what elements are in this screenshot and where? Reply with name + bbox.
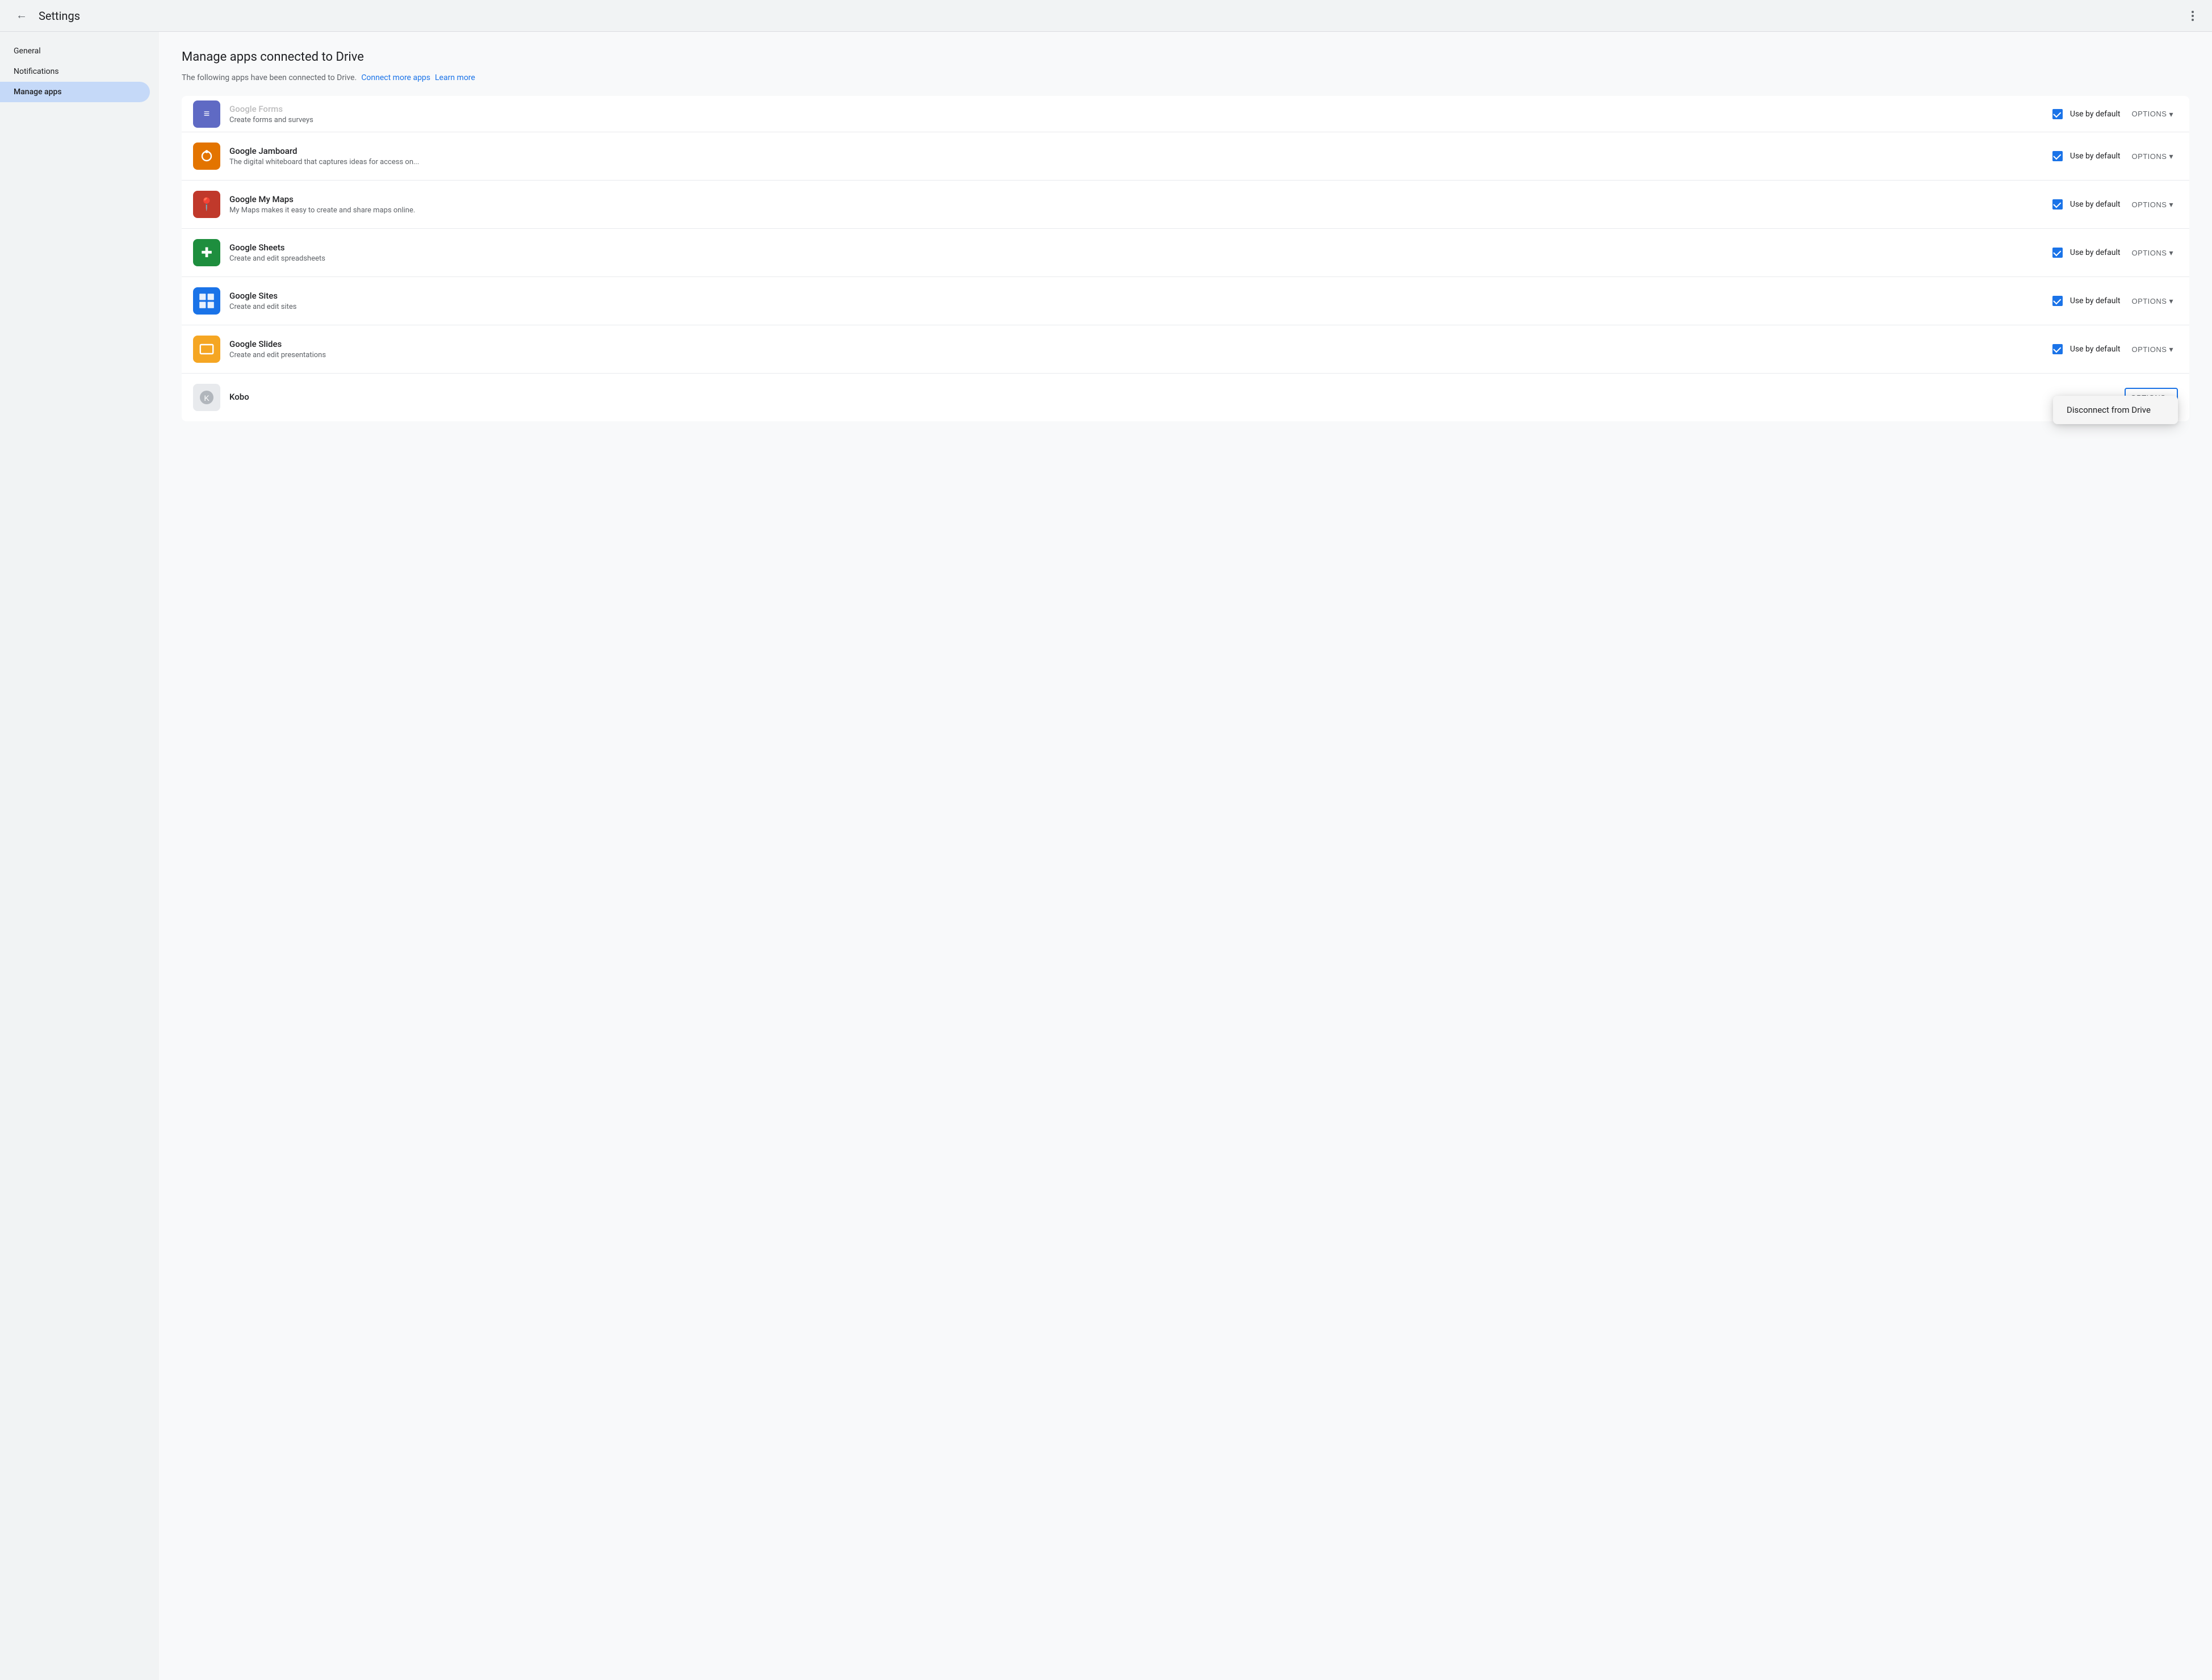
google-slides-options-label: OPTIONS xyxy=(2131,345,2167,354)
jamboard-svg xyxy=(198,147,216,165)
google-forms-name: Google Forms xyxy=(229,104,2043,114)
google-my-maps-controls: Use by default OPTIONS ▾ xyxy=(2052,196,2178,213)
dots-icon xyxy=(2189,9,2196,23)
google-my-maps-info: Google My Maps My Maps makes it easy to … xyxy=(229,194,2043,215)
google-jamboard-chevron-icon: ▾ xyxy=(2169,152,2173,161)
disconnect-from-drive-item[interactable]: Disconnect from Drive xyxy=(2053,396,2178,424)
google-sheets-icon: ✚ xyxy=(193,239,220,266)
subtitle-bar: The following apps have been connected t… xyxy=(182,73,2189,82)
app-list: ≡ Google Forms Create forms and surveys … xyxy=(182,96,2189,421)
google-sheets-desc: Create and edit spreadsheets xyxy=(229,254,2043,263)
svg-text:K: K xyxy=(204,393,210,403)
google-my-maps-use-by-default: Use by default xyxy=(2070,200,2121,209)
google-sites-name: Google Sites xyxy=(229,291,2043,301)
google-slides-chevron-icon: ▾ xyxy=(2169,345,2173,354)
app-row-google-my-maps: 📍 Google My Maps My Maps makes it easy t… xyxy=(182,181,2189,229)
google-forms-info: Google Forms Create forms and surveys xyxy=(229,104,2043,124)
app-row-google-forms: ≡ Google Forms Create forms and surveys … xyxy=(182,96,2189,132)
google-sheets-checkbox[interactable] xyxy=(2052,247,2063,258)
app-row-google-jamboard: Google Jamboard The digital whiteboard t… xyxy=(182,132,2189,181)
learn-more-link[interactable]: Learn more xyxy=(435,73,475,82)
google-sites-info: Google Sites Create and edit sites xyxy=(229,291,2043,311)
sites-svg xyxy=(198,292,216,310)
subtitle-text: The following apps have been connected t… xyxy=(182,73,357,82)
kobo-info: Kobo xyxy=(229,392,2115,404)
google-forms-chevron-icon: ▾ xyxy=(2169,110,2173,119)
google-my-maps-options-button[interactable]: OPTIONS ▾ xyxy=(2127,196,2178,213)
google-sheets-name: Google Sheets xyxy=(229,242,2043,253)
google-jamboard-icon xyxy=(193,143,220,170)
google-my-maps-name: Google My Maps xyxy=(229,194,2043,204)
app-row-google-sheets: ✚ Google Sheets Create and edit spreadsh… xyxy=(182,229,2189,277)
google-sites-use-by-default: Use by default xyxy=(2070,296,2121,305)
google-sites-options-button[interactable]: OPTIONS ▾ xyxy=(2127,292,2178,309)
google-slides-options-button[interactable]: OPTIONS ▾ xyxy=(2127,341,2178,358)
kobo-name: Kobo xyxy=(229,392,2115,402)
google-slides-info: Google Slides Create and edit presentati… xyxy=(229,339,2043,359)
google-sheets-chevron-icon: ▾ xyxy=(2169,248,2173,258)
google-jamboard-desc: The digital whiteboard that captures ide… xyxy=(229,158,2043,166)
google-my-maps-desc: My Maps makes it easy to create and shar… xyxy=(229,206,2043,215)
slides-svg xyxy=(198,340,216,358)
sidebar-item-notifications[interactable]: Notifications xyxy=(0,61,150,82)
google-sites-checkbox[interactable] xyxy=(2052,295,2063,307)
kobo-svg: K xyxy=(198,388,216,407)
google-forms-controls: Use by default OPTIONS ▾ xyxy=(2052,106,2178,123)
sidebar-item-manage-apps[interactable]: Manage apps xyxy=(0,82,150,102)
options-dropdown: Disconnect from Drive xyxy=(2053,396,2178,424)
google-slides-controls: Use by default OPTIONS ▾ xyxy=(2052,341,2178,358)
google-forms-options-label: OPTIONS xyxy=(2131,110,2167,118)
google-sites-desc: Create and edit sites xyxy=(229,303,2043,311)
google-sheets-controls: Use by default OPTIONS ▾ xyxy=(2052,244,2178,261)
main-content: Manage apps connected to Drive The follo… xyxy=(159,32,2212,1680)
connect-more-apps-link[interactable]: Connect more apps xyxy=(361,73,430,82)
google-jamboard-info: Google Jamboard The digital whiteboard t… xyxy=(229,146,2043,166)
google-forms-desc: Create forms and surveys xyxy=(229,116,2043,124)
google-sheets-options-button[interactable]: OPTIONS ▾ xyxy=(2127,244,2178,261)
google-my-maps-chevron-icon: ▾ xyxy=(2169,200,2173,210)
google-jamboard-options-label: OPTIONS xyxy=(2131,152,2167,161)
google-sheets-info: Google Sheets Create and edit spreadshee… xyxy=(229,242,2043,263)
google-sheets-use-by-default: Use by default xyxy=(2070,248,2121,257)
google-slides-use-by-default: Use by default xyxy=(2070,345,2121,354)
google-sites-icon xyxy=(193,287,220,315)
kobo-icon: K xyxy=(193,384,220,411)
app-row-google-slides: Google Slides Create and edit presentati… xyxy=(182,325,2189,374)
google-my-maps-options-label: OPTIONS xyxy=(2131,200,2167,209)
google-jamboard-checkbox[interactable] xyxy=(2052,150,2063,162)
google-sites-chevron-icon: ▾ xyxy=(2169,296,2173,306)
google-slides-name: Google Slides xyxy=(229,339,2043,349)
google-forms-checkbox[interactable] xyxy=(2052,108,2063,120)
google-sites-options-label: OPTIONS xyxy=(2131,297,2167,305)
google-sites-controls: Use by default OPTIONS ▾ xyxy=(2052,292,2178,309)
google-forms-options-button[interactable]: OPTIONS ▾ xyxy=(2127,106,2178,123)
google-my-maps-icon: 📍 xyxy=(193,191,220,218)
settings-title: Settings xyxy=(39,9,80,23)
app-row-kobo: K Kobo OPTIONS ▾ xyxy=(182,374,2189,421)
google-forms-use-by-default: Use by default xyxy=(2070,110,2121,119)
back-icon: ← xyxy=(16,9,27,22)
google-jamboard-controls: Use by default OPTIONS ▾ xyxy=(2052,148,2178,165)
more-options-button[interactable] xyxy=(2187,6,2198,26)
google-my-maps-checkbox[interactable] xyxy=(2052,199,2063,210)
sidebar-item-general[interactable]: General xyxy=(0,41,150,61)
topbar-left: ← Settings xyxy=(14,7,80,24)
page-title: Manage apps connected to Drive xyxy=(182,50,2189,64)
main-layout: General Notifications Manage apps Manage… xyxy=(0,32,2212,1680)
google-jamboard-use-by-default: Use by default xyxy=(2070,152,2121,161)
back-button[interactable]: ← xyxy=(14,7,30,24)
google-slides-icon xyxy=(193,336,220,363)
google-slides-checkbox[interactable] xyxy=(2052,343,2063,355)
app-row-google-sites: Google Sites Create and edit sites Use b… xyxy=(182,277,2189,325)
google-jamboard-options-button[interactable]: OPTIONS ▾ xyxy=(2127,148,2178,165)
google-jamboard-name: Google Jamboard xyxy=(229,146,2043,156)
sidebar: General Notifications Manage apps xyxy=(0,32,159,1680)
google-slides-desc: Create and edit presentations xyxy=(229,351,2043,359)
google-forms-icon: ≡ xyxy=(193,100,220,128)
topbar: ← Settings xyxy=(0,0,2212,32)
google-sheets-options-label: OPTIONS xyxy=(2131,249,2167,257)
